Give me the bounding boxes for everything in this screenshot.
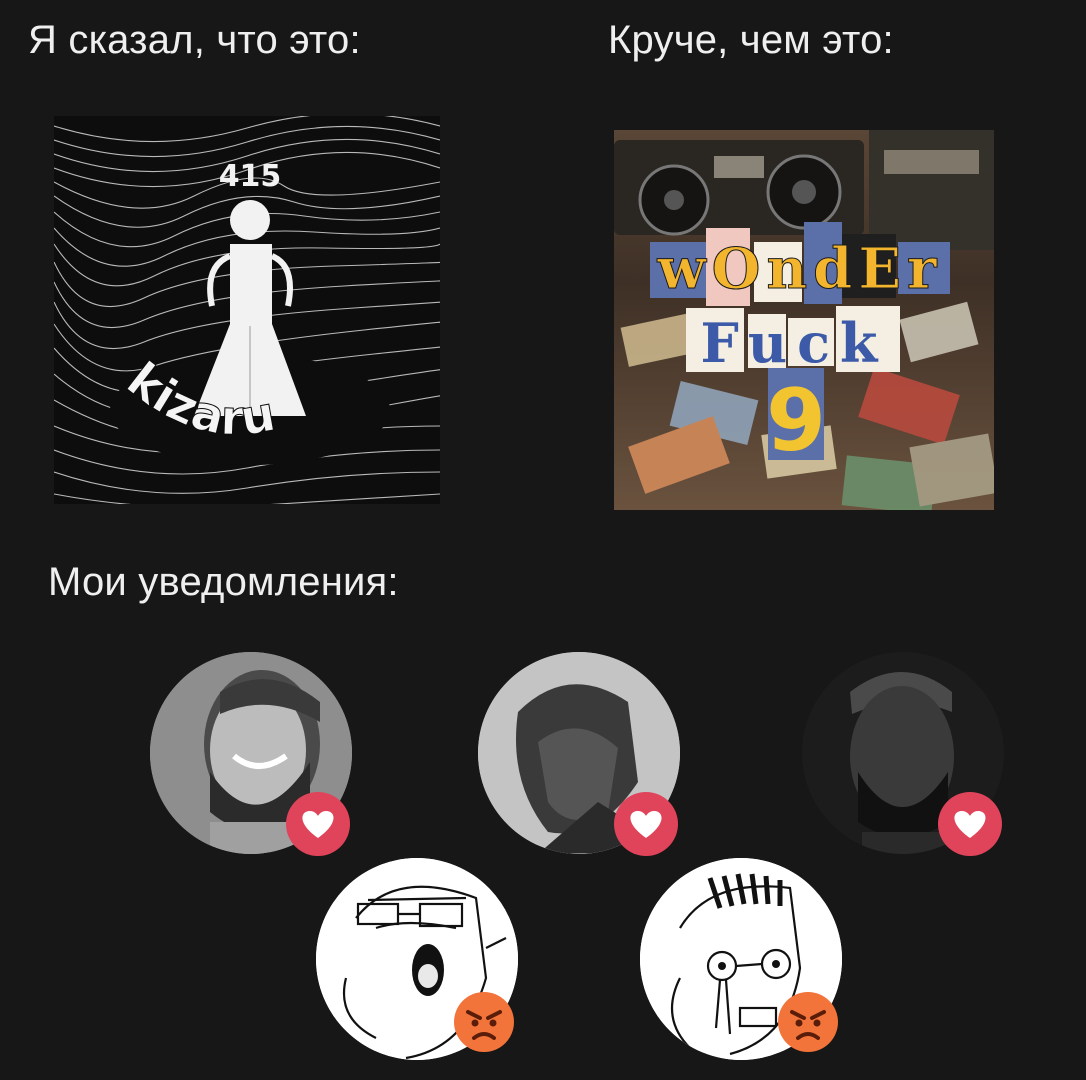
cover-right-title-line2: Fuck (701, 311, 888, 375)
cover-left-number: 415 (219, 159, 282, 194)
angry-face-icon (778, 992, 838, 1052)
angry-face-icon (454, 992, 514, 1052)
reaction-badge-5 (776, 990, 840, 1054)
reaction-badge-4 (452, 990, 516, 1054)
album-cover-right: wOndEr Fuck 9 (614, 130, 994, 510)
heart-icon (954, 810, 986, 838)
cover-right-title-line1: wOndEr (656, 236, 942, 302)
heart-icon (630, 810, 662, 838)
cover-right-number: 9 (766, 371, 826, 471)
caption-left: Я сказал, что это: (28, 18, 361, 62)
album-cover-left: 415 kizaru (54, 116, 440, 504)
reaction-badge-1 (286, 792, 350, 856)
reaction-badge-3 (938, 792, 1002, 856)
caption-notifications: Мои уведомления: (48, 560, 399, 604)
wavy-lines-artwork: 415 kizaru (54, 116, 440, 504)
reaction-badge-2 (614, 792, 678, 856)
boombox-artwork: wOndEr Fuck 9 (614, 130, 994, 510)
caption-right: Круче, чем это: (608, 18, 894, 62)
heart-icon (302, 810, 334, 838)
